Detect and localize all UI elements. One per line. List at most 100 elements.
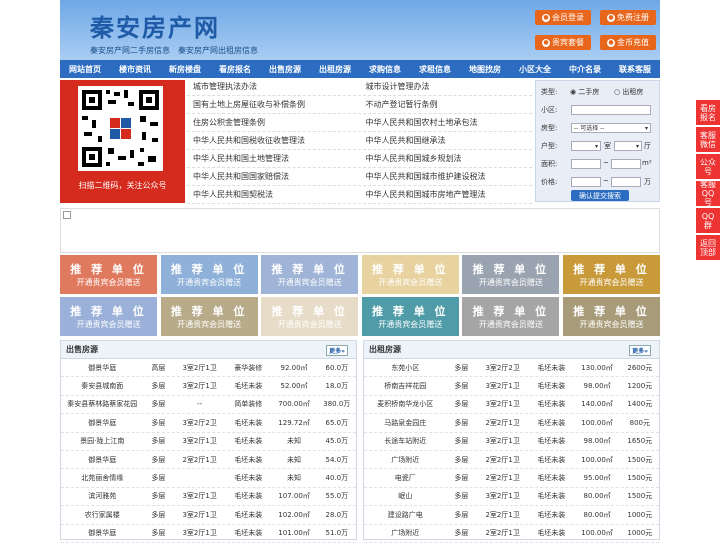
recommend-tile[interactable]: 推 荐 单 位开通贵宾会员赠送 (563, 255, 660, 294)
policy-link[interactable]: 不动产登记暂行条例 (360, 96, 533, 113)
listing-row[interactable]: 御景华庭 多层 2室2厅1卫 毛坯未装 未知 54.0万 (61, 451, 356, 470)
member-login-button[interactable]: ● 会员登录 (535, 10, 591, 25)
area-max-input[interactable] (611, 159, 641, 169)
nav-item-wanted-rent[interactable]: 求租信息 (410, 60, 460, 78)
listing-row[interactable]: 桥南吉祥花园 多层 3室2厅1卫 毛坯未装 98.00㎡ 1200元 (364, 377, 659, 396)
side-tab-official-account[interactable]: 公众号 (696, 154, 720, 179)
listing-row[interactable]: 秦安县城南面 多层 3室2厅1卫 毛坯未装 52.00㎡ 18.0万 (61, 377, 356, 396)
listing-row[interactable]: 马路泉金园庄 多层 2室2厅1卫 毛坯未装 100.00㎡ 800元 (364, 414, 659, 433)
policy-link[interactable]: 中华人民共和国契税法 (187, 186, 360, 203)
policy-link[interactable]: 中华人民共和国城市房地产管理法 (360, 186, 533, 203)
nav-item-news[interactable]: 楼市资讯 (110, 60, 160, 78)
type-radio-second-hand[interactable]: ◉ 二手房 (570, 87, 599, 97)
listing-row[interactable]: 长途车站附近 多层 3室2厅1卫 毛坯未装 98.00㎡ 1650元 (364, 433, 659, 451)
community-input[interactable] (571, 105, 651, 115)
listing-community[interactable]: 御景华庭 (61, 363, 144, 373)
listing-community[interactable]: 农行家属楼 (61, 510, 144, 520)
policy-link[interactable]: 中华人民共和国城乡规划法 (360, 150, 533, 167)
policy-link[interactable]: 中华人民共和国城市维护建设税法 (360, 168, 533, 185)
vip-package-button[interactable]: ● 贵宾套餐 (535, 35, 591, 50)
recommend-tile[interactable]: 推 荐 单 位开通贵宾会员赠送 (361, 255, 459, 294)
nav-item-viewing-signup[interactable]: 看房报名 (210, 60, 260, 78)
recommend-tile[interactable]: 推 荐 单 位开通贵宾会员赠送 (462, 255, 560, 294)
listing-community[interactable]: 广场附近 (364, 528, 447, 538)
room-select[interactable]: ▾ (571, 141, 601, 151)
listing-community[interactable]: 秦安县蔡林路蔡家花园 (61, 399, 144, 409)
listing-community[interactable]: 御景华庭 (61, 455, 144, 465)
policy-link[interactable]: 中华人民共和国土地管理法 (187, 150, 360, 167)
listing-community[interactable]: 秦安县城南面 (61, 381, 144, 391)
listing-row[interactable]: 秦安县蔡林路蔡家花园 多层 -- 简单装修 700.00㎡ 380.0万 (61, 396, 356, 415)
recommend-tile[interactable]: 推 荐 单 位开通贵宾会员赠送 (361, 297, 459, 336)
listing-row[interactable]: 电瓷厂 多层 2室2厅1卫 毛坯未装 95.00㎡ 1500元 (364, 469, 659, 488)
type-radio-rent[interactable]: ○ 出租房 (614, 87, 643, 97)
nav-item-communities[interactable]: 小区大全 (510, 60, 560, 78)
policy-link[interactable]: 城市管理执法办法 (187, 78, 360, 95)
policy-link[interactable]: 住房公积金管理条例 (187, 114, 360, 131)
listing-row[interactable]: 景园·陇上江南 多层 3室2厅1卫 毛坯未装 未知 45.0万 (61, 433, 356, 451)
side-tab-qq-group[interactable]: QQ群 (696, 208, 720, 233)
policy-link[interactable]: 中华人民共和国税收征收管理法 (187, 132, 360, 149)
nav-item-rent[interactable]: 出租房源 (310, 60, 360, 78)
side-tab-wechat[interactable]: 客服微信 (696, 127, 720, 152)
search-submit-button[interactable]: 确认提交搜索 (571, 190, 629, 201)
recommend-tile[interactable]: 推 荐 单 位开通贵宾会员赠送 (60, 297, 157, 336)
listing-row[interactable]: 御景华庭 多层 3室2厅2卫 毛坯未装 129.72㎡ 65.0万 (61, 414, 356, 433)
listing-community[interactable]: 御景华庭 (61, 528, 144, 538)
listing-row[interactable]: 麦积桥南华龙小区 多层 3室2厅1卫 毛坯未装 140.00㎡ 1400元 (364, 396, 659, 415)
side-tab-viewing-signup[interactable]: 看房报名 (696, 100, 720, 125)
listing-community[interactable]: 御景华庭 (61, 418, 144, 428)
listing-community[interactable]: 马路泉金园庄 (364, 418, 447, 428)
rent-more-link[interactable]: 更多» (629, 345, 651, 356)
register-button[interactable]: ● 免费注册 (600, 10, 656, 25)
listing-row[interactable]: 北苑丽舍情缘 多层 毛坯未装 未知 40.0万 (61, 469, 356, 488)
policy-link[interactable]: 国有土地上房屋征收与补偿条例 (187, 96, 360, 113)
policy-link[interactable]: 中华人民共和国国家赔偿法 (187, 168, 360, 185)
listing-row[interactable]: 岷山 多层 3室2厅1卫 毛坯未装 80.00㎡ 1500元 (364, 488, 659, 507)
nav-item-sale[interactable]: 出售房源 (260, 60, 310, 78)
recommend-tile[interactable]: 推 荐 单 位开通贵宾会员赠送 (160, 297, 258, 336)
side-tab-back-to-top[interactable]: 返回顶部 (696, 235, 720, 260)
listing-community[interactable]: 滨河雅苑 (61, 491, 144, 501)
listing-row[interactable]: 广场附近 多层 2室2厅1卫 毛坯未装 100.00㎡ 1500元 (364, 451, 659, 470)
policy-link[interactable]: 中华人民共和国农村土地承包法 (360, 114, 533, 131)
recommend-tile[interactable]: 推 荐 单 位开通贵宾会员赠送 (563, 297, 660, 336)
banner-ad-placeholder[interactable] (60, 208, 660, 253)
sale-more-link[interactable]: 更多» (326, 345, 348, 356)
listing-community[interactable]: 桥南吉祥花园 (364, 381, 447, 391)
listing-row[interactable]: 东苑小区 多层 3室2厅2卫 毛坯未装 130.00㎡ 2600元 (364, 359, 659, 378)
listing-row[interactable]: 建设路广电 多层 2室2厅1卫 毛坯未装 80.00㎡ 1000元 (364, 506, 659, 525)
coin-recharge-button[interactable]: ● 金币充值 (600, 35, 656, 50)
listing-community[interactable]: 麦积桥南华龙小区 (364, 399, 447, 409)
policy-link[interactable]: 中华人民共和国继承法 (360, 132, 533, 149)
listing-community[interactable]: 长途车站附近 (364, 436, 447, 446)
listing-row[interactable]: 滨河雅苑 多层 3室2厅1卫 毛坯未装 107.00㎡ 55.0万 (61, 488, 356, 507)
recommend-tile[interactable]: 推 荐 单 位开通贵宾会员赠送 (60, 255, 157, 294)
nav-item-map[interactable]: 地图找房 (460, 60, 510, 78)
listing-row[interactable]: 农行家属楼 多层 3室2厅1卫 毛坯未装 102.00㎡ 28.0万 (61, 506, 356, 525)
nav-item-wanted-buy[interactable]: 求购信息 (360, 60, 410, 78)
hall-select[interactable]: ▾ (614, 141, 642, 151)
price-min-input[interactable] (571, 177, 601, 187)
listing-community[interactable]: 建设路广电 (364, 510, 447, 520)
nav-item-home[interactable]: 网站首页 (60, 60, 110, 78)
nav-item-agencies[interactable]: 中介名录 (560, 60, 610, 78)
listing-community[interactable]: 电瓷厂 (364, 473, 447, 483)
nav-item-contact[interactable]: 联系客服 (610, 60, 660, 78)
listing-row[interactable]: 广场附近 多层 2室2厅1卫 毛坯未装 100.00㎡ 1000元 (364, 525, 659, 543)
listing-row[interactable]: 御景华庭 多层 3室2厅1卫 毛坯未装 101.00㎡ 51.0万 (61, 525, 356, 543)
price-max-input[interactable] (611, 177, 641, 187)
listing-community[interactable]: 广场附近 (364, 455, 447, 465)
area-min-input[interactable] (571, 159, 601, 169)
listing-community[interactable]: 北苑丽舍情缘 (61, 473, 144, 483)
recommend-tile[interactable]: 推 荐 单 位开通贵宾会员赠送 (160, 255, 258, 294)
recommend-tile[interactable]: 推 荐 单 位开通贵宾会员赠送 (261, 297, 359, 336)
recommend-tile[interactable]: 推 荐 单 位开通贵宾会员赠送 (462, 297, 560, 336)
side-tab-qq[interactable]: 客服QQ号 (696, 180, 720, 207)
listing-community[interactable]: 岷山 (364, 491, 447, 501)
listing-community[interactable]: 东苑小区 (364, 363, 447, 373)
house-type-select[interactable]: -- 可选择 -- ▾ (571, 123, 651, 133)
listing-community[interactable]: 景园·陇上江南 (61, 436, 144, 446)
nav-item-new-homes[interactable]: 新房楼盘 (160, 60, 210, 78)
site-logo[interactable]: 秦安房产网 (90, 8, 220, 43)
